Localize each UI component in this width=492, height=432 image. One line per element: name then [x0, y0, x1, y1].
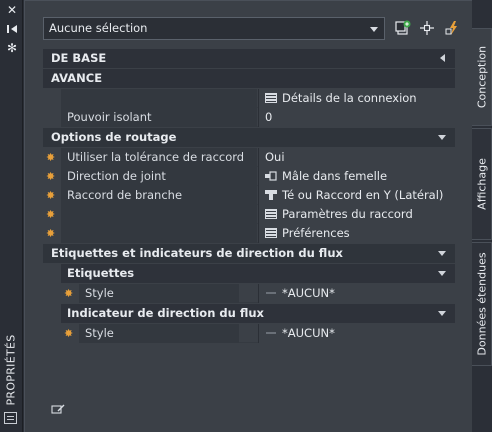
property-value[interactable]: Préférences	[258, 224, 455, 243]
sync-star-icon	[43, 186, 61, 205]
property-row-style-indicateur[interactable]: Style *AUCUN*	[43, 324, 455, 343]
tab-strip: Conception Affichage Données étendues	[472, 0, 492, 432]
category-label: DE BASE	[51, 51, 107, 65]
property-value[interactable]: 0	[258, 108, 455, 127]
palette-title: PROPRIÉTÉS	[4, 334, 18, 406]
selection-value: Aucune sélection	[49, 21, 148, 35]
style-icon	[266, 332, 276, 334]
category-label: AVANCE	[51, 71, 103, 85]
pin-icon[interactable]	[5, 24, 19, 36]
category-label: Indicateur de direction du flux	[67, 306, 264, 320]
chevron-down-icon	[438, 311, 446, 316]
property-name	[61, 89, 257, 108]
list-icon	[265, 93, 277, 103]
settings-icon[interactable]: ✻	[5, 42, 19, 54]
property-row-preferences[interactable]: Préférences	[43, 224, 455, 243]
value-text: Mâle dans femelle	[282, 169, 388, 183]
chevron-down-icon	[438, 251, 446, 256]
chevron-down-icon	[370, 27, 378, 32]
chevron-left-icon	[440, 54, 445, 62]
category-avance[interactable]: AVANCE	[43, 69, 455, 88]
chevron-down-icon	[438, 135, 446, 140]
value-text: Té ou Raccord en Y (Latéral)	[282, 188, 444, 202]
sync-star-icon	[43, 148, 61, 167]
pick-icon[interactable]	[419, 20, 435, 36]
category-label: Options de routage	[51, 130, 177, 144]
property-value[interactable]: Mâle dans femelle	[258, 167, 455, 186]
category-options-routage[interactable]: Options de routage	[43, 128, 455, 147]
tab-affichage[interactable]: Affichage	[472, 128, 492, 240]
row-marker	[43, 108, 61, 127]
properties-panel: Aucune sélection DE BASE AVANCE Détails …	[24, 0, 472, 432]
style-icon	[266, 292, 276, 294]
property-name: Style	[79, 284, 239, 303]
tee-fitting-icon	[265, 190, 277, 200]
sync-star-icon	[43, 224, 61, 243]
value-text: Détails de la connexion	[282, 91, 417, 105]
property-value[interactable]: Paramètres du raccord	[258, 205, 455, 224]
close-icon[interactable]: ✕	[5, 4, 19, 16]
sync-star-icon	[43, 167, 61, 186]
category-de-base[interactable]: DE BASE	[43, 49, 455, 68]
property-name: Style	[79, 324, 239, 343]
sync-star-icon	[43, 324, 79, 343]
tab-donnees-etendues[interactable]: Données étendues	[472, 242, 492, 366]
category-etiquettes-flux[interactable]: Etiquettes et indicateurs de direction d…	[43, 244, 455, 263]
property-row-raccord-branche[interactable]: Raccord de branche Té ou Raccord en Y (L…	[43, 186, 455, 205]
property-name: Utiliser la tolérance de raccord	[61, 148, 257, 167]
joint-icon	[265, 171, 277, 181]
category-etiquettes[interactable]: Etiquettes	[61, 264, 455, 283]
property-value[interactable]: Oui	[258, 148, 455, 167]
property-value[interactable]: Détails de la connexion	[258, 89, 455, 108]
value-text: Paramètres du raccord	[282, 207, 413, 221]
tab-label: Conception	[475, 45, 488, 109]
edit-style-icon[interactable]	[51, 403, 65, 415]
property-name	[61, 224, 257, 243]
value-text: *AUCUN*	[282, 326, 335, 340]
palette-icon[interactable]	[4, 412, 17, 424]
category-indicateur-flux[interactable]: Indicateur de direction du flux	[61, 304, 455, 323]
property-row-style-etiquettes[interactable]: Style *AUCUN*	[43, 284, 455, 303]
sync-star-icon	[43, 284, 79, 303]
property-value[interactable]: *AUCUN*	[258, 324, 455, 343]
quick-select-icon[interactable]	[445, 20, 461, 36]
property-row-tolerance[interactable]: Utiliser la tolérance de raccord Oui	[43, 148, 455, 167]
value-text: *AUCUN*	[282, 286, 335, 300]
palette-title-bar: ✕ ✻ PROPRIÉTÉS	[0, 0, 23, 432]
list-icon	[265, 209, 277, 219]
property-row-details-connexion[interactable]: Détails de la connexion	[43, 89, 455, 108]
tab-conception[interactable]: Conception	[472, 28, 492, 126]
property-grid: DE BASE AVANCE Détails de la connexion P…	[43, 49, 455, 343]
value-text: Préférences	[282, 226, 350, 240]
property-name: Raccord de branche	[61, 186, 257, 205]
property-name	[61, 205, 257, 224]
property-name: Pouvoir isolant	[61, 108, 257, 127]
property-value[interactable]: *AUCUN*	[258, 284, 455, 303]
row-marker	[43, 89, 61, 108]
list-icon	[265, 228, 277, 238]
tab-label: Affichage	[475, 158, 488, 210]
property-row-parametres[interactable]: Paramètres du raccord	[43, 205, 455, 224]
sync-star-icon	[43, 205, 61, 224]
add-selection-icon[interactable]	[395, 20, 411, 36]
property-name: Direction de joint	[61, 167, 257, 186]
category-label: Etiquettes	[67, 266, 135, 280]
category-label: Etiquettes et indicateurs de direction d…	[51, 246, 343, 260]
selection-dropdown[interactable]: Aucune sélection	[43, 17, 385, 40]
tab-label: Données étendues	[475, 252, 488, 356]
property-value[interactable]: Té ou Raccord en Y (Latéral)	[258, 186, 455, 205]
chevron-down-icon	[438, 271, 446, 276]
property-row-pouvoir-isolant[interactable]: Pouvoir isolant 0	[43, 108, 455, 127]
property-row-direction-joint[interactable]: Direction de joint Mâle dans femelle	[43, 167, 455, 186]
